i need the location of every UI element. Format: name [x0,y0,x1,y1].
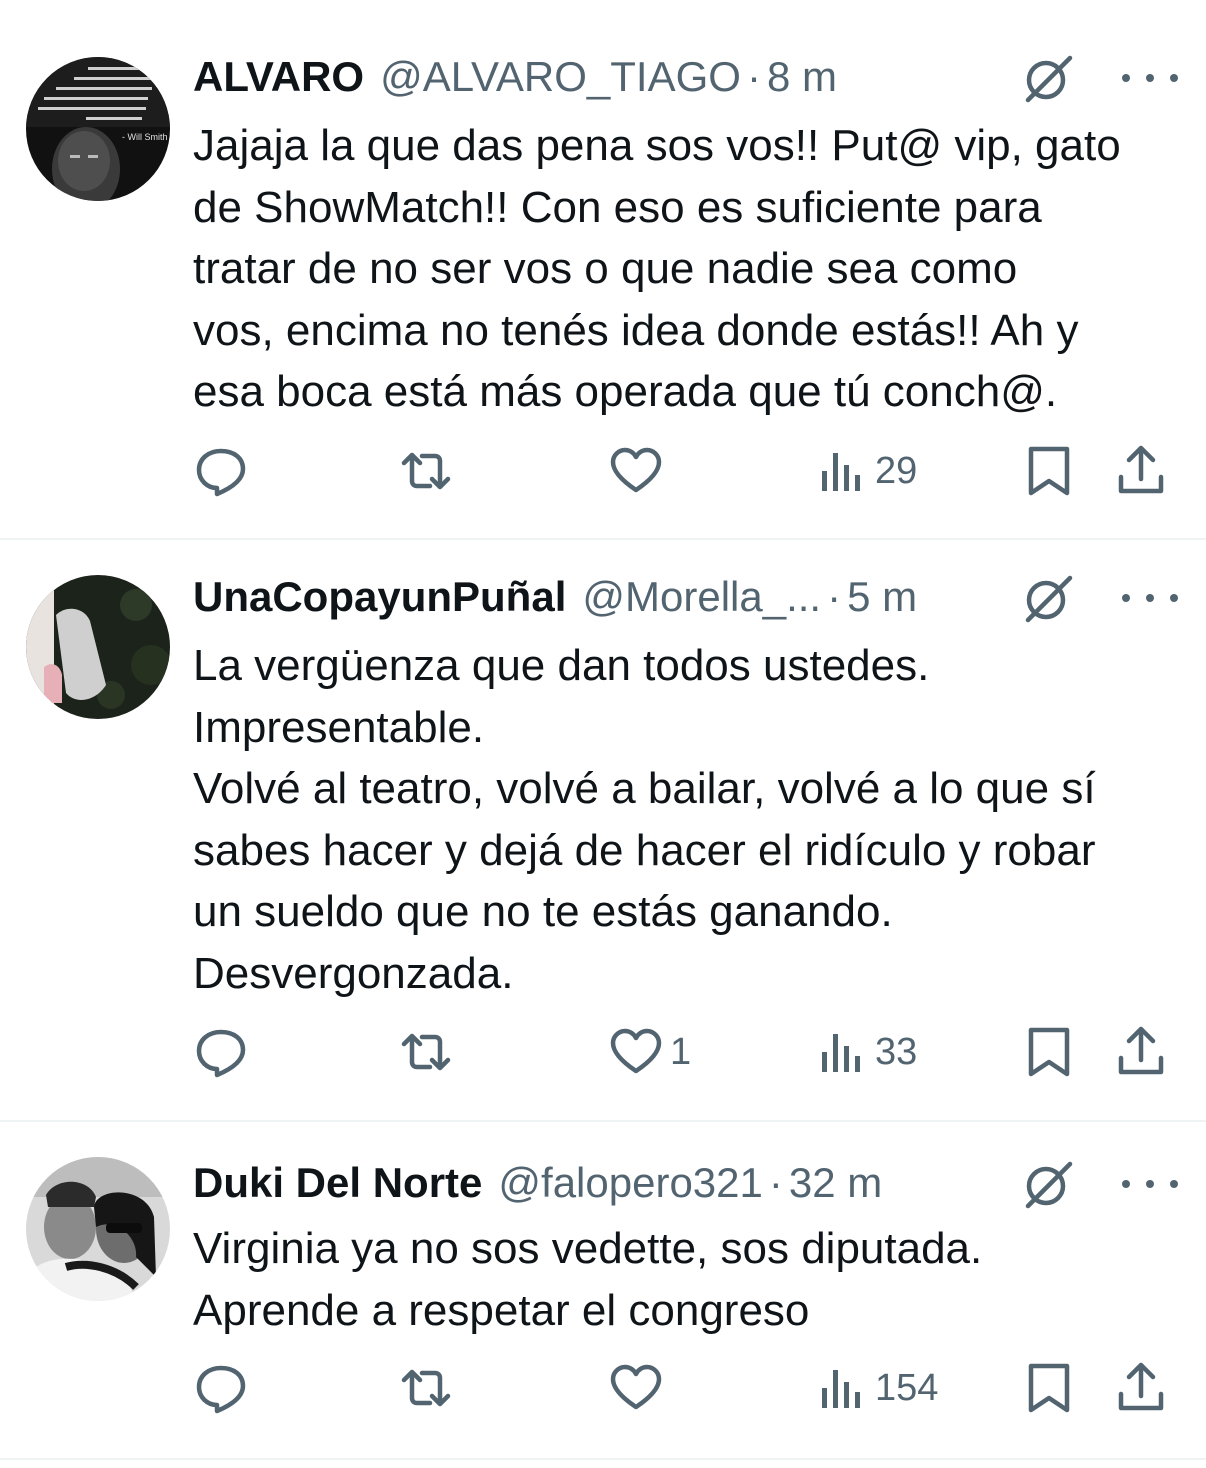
views-icon [822,1034,860,1072]
separator: · [768,1159,783,1206]
user-handle[interactable]: @falopero321 [498,1158,763,1208]
tweet-text: Virginia ya no sos vedette, sos diputada… [193,1224,983,1335]
grok-icon[interactable] [1020,50,1076,106]
like-button[interactable] [608,1360,670,1416]
view-count: 29 [875,450,918,492]
retweet-button[interactable] [398,1360,460,1416]
views-icon [822,453,860,491]
share-button[interactable] [1113,1024,1169,1080]
more-icon[interactable] [1122,588,1178,608]
bookmark-button[interactable] [1021,1024,1077,1080]
reply-button[interactable] [193,1360,255,1416]
bookmark-button[interactable] [1021,443,1077,499]
views-button[interactable]: 154 [813,1360,938,1416]
like-button[interactable] [608,443,670,499]
tweet-header: ALVARO @ALVARO_TIAGO · 8 m [193,52,1046,102]
reply-button[interactable] [193,1024,255,1080]
timestamp[interactable]: 32 m [789,1158,882,1208]
separator: · [827,573,842,620]
share-icon [1118,1362,1164,1411]
retweet-icon [401,452,451,490]
view-count: 33 [875,1031,918,1073]
tweet[interactable]: - Will Smith ALVARO @ALVARO_TIAGO · 8 m … [0,0,1206,540]
display-name[interactable]: UnaCopayunPuñal [193,572,566,622]
heart-icon [610,1364,662,1410]
reply-icon [196,448,246,497]
reply-button[interactable] [193,443,255,499]
user-handle[interactable]: @Morella_... [582,572,821,622]
share-button[interactable] [1113,443,1169,499]
grok-icon[interactable] [1020,1156,1076,1212]
like-count: 1 [670,1031,692,1073]
action-bar: 29 [193,443,1176,499]
avatar[interactable] [26,1157,170,1301]
views-button[interactable]: 33 [813,1024,917,1080]
tweet[interactable]: Duki Del Norte @falopero321 · 32 m Virgi… [0,1122,1206,1460]
share-icon [1118,1026,1164,1075]
user-handle[interactable]: @ALVARO_TIAGO [380,52,741,102]
heart-icon [610,447,662,493]
reply-icon [196,1365,246,1414]
avatar-image [26,575,170,719]
avatar-image: - Will Smith [26,57,170,201]
tweet-header: UnaCopayunPuñal @Morella_... · 5 m [193,572,1046,622]
action-bar: 154 [193,1360,1176,1416]
grok-icon[interactable] [1020,570,1076,626]
timestamp[interactable]: 5 m [847,572,917,622]
bookmark-icon [1028,446,1070,496]
views-icon [822,1370,860,1408]
tweet-text: La vergüenza que dan todos ustedes. Impr… [193,641,1096,998]
avatar-image [26,1157,170,1301]
views-button[interactable]: 29 [813,443,917,499]
tweet-header: Duki Del Norte @falopero321 · 32 m [193,1158,1046,1208]
reply-feed: - Will Smith ALVARO @ALVARO_TIAGO · 8 m … [0,0,1206,1460]
bookmark-icon [1028,1027,1070,1077]
share-icon [1118,445,1164,494]
tweet-text: Jajaja la que das pena sos vos!! Put@ vi… [193,121,1121,416]
like-button[interactable]: 1 [608,1024,691,1080]
display-name[interactable]: Duki Del Norte [193,1158,482,1208]
svg-text:- Will Smith: - Will Smith [122,132,168,142]
more-icon[interactable] [1122,68,1178,88]
retweet-icon [401,1369,451,1407]
bookmark-button[interactable] [1021,1360,1077,1416]
more-icon[interactable] [1122,1174,1178,1194]
retweet-button[interactable] [398,1024,460,1080]
action-bar: 1 33 [193,1024,1176,1080]
view-count: 154 [875,1367,939,1409]
share-button[interactable] [1113,1360,1169,1416]
tweet[interactable]: UnaCopayunPuñal @Morella_... · 5 m La ve… [0,540,1206,1122]
timestamp[interactable]: 8 m [767,52,837,102]
heart-icon [610,1028,662,1074]
display-name[interactable]: ALVARO [193,52,364,102]
separator: · [746,53,761,100]
avatar[interactable] [26,575,170,719]
retweet-icon [401,1033,451,1071]
retweet-button[interactable] [398,443,460,499]
reply-icon [196,1029,246,1078]
avatar[interactable]: - Will Smith [26,57,170,201]
bookmark-icon [1028,1363,1070,1413]
